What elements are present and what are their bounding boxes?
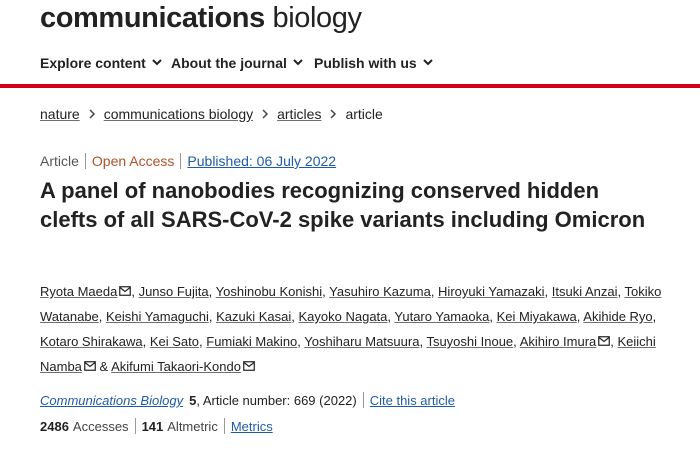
- accesses-count: 2486: [40, 419, 69, 434]
- mail-icon[interactable]: [598, 336, 611, 346]
- mail-icon[interactable]: [84, 361, 96, 371]
- author-link[interactable]: Ryota Maeda: [40, 284, 117, 299]
- chevron-down-icon: [422, 59, 433, 66]
- author-link[interactable]: Kayoko Nagata: [299, 309, 388, 324]
- author-link[interactable]: Yutaro Yamaoka: [394, 309, 489, 324]
- article-title: A panel of nanobodies recognizing conser…: [40, 178, 646, 232]
- breadcrumb-current: article: [345, 106, 383, 122]
- article-metrics: 2486 Accesses 141 Altmetric Metrics: [40, 418, 273, 434]
- nav-publish-with-us[interactable]: Publish with us: [314, 55, 433, 71]
- author-link[interactable]: Junso Fujita: [139, 284, 209, 299]
- published-date-link[interactable]: Published: 06 July 2022: [187, 153, 336, 169]
- altmetric-label: Altmetric: [167, 419, 218, 434]
- breadcrumb-articles[interactable]: articles: [277, 106, 321, 122]
- chevron-right-icon: [89, 109, 95, 119]
- accesses-label: Accesses: [72, 419, 129, 434]
- divider: [362, 392, 364, 408]
- journal-logo[interactable]: communications biology: [40, 2, 362, 36]
- divider: [134, 418, 136, 434]
- article-meta: Article Open Access Published: 06 July 202…: [40, 153, 336, 169]
- author-link[interactable]: Yoshiharu Matsuura: [304, 334, 419, 349]
- chevron-right-icon: [330, 109, 337, 119]
- author-link[interactable]: Yasuhiro Kazuma: [329, 284, 431, 299]
- author-link[interactable]: Hiroyuki Yamazaki: [438, 284, 544, 299]
- breadcrumb-communications-biology[interactable]: communications biology: [104, 106, 253, 122]
- author-link[interactable]: Kazuki Kasai: [216, 309, 291, 324]
- open-access-label: Open Access: [91, 153, 175, 169]
- divider: [180, 153, 182, 169]
- author-link[interactable]: Akihide Ryo: [583, 309, 652, 324]
- author-link[interactable]: Fumiaki Makino: [206, 334, 297, 349]
- nav-label: Publish with us: [314, 55, 417, 71]
- mail-icon[interactable]: [243, 361, 255, 371]
- author-link[interactable]: Akihiro Imura: [520, 334, 597, 349]
- nav-label: Explore content: [40, 55, 146, 71]
- article-number: , Article number: 669 (2022): [196, 393, 357, 408]
- nav-about-journal[interactable]: About the journal: [171, 55, 303, 71]
- divider: [84, 153, 86, 169]
- article-type: Article: [40, 153, 79, 169]
- main-navigation: Explore content About the journal Publis…: [0, 44, 700, 88]
- nav-explore-content[interactable]: Explore content: [40, 55, 162, 71]
- chevron-down-icon: [293, 59, 303, 66]
- logo-light-text: biology: [272, 2, 363, 34]
- citation-line: Communications Biology 5, Article number:…: [40, 392, 455, 408]
- divider: [223, 418, 225, 434]
- cite-this-article-link[interactable]: Cite this article: [370, 393, 455, 408]
- altmetric-count: 141: [141, 419, 164, 434]
- breadcrumb-nature[interactable]: nature: [40, 106, 80, 122]
- author-link[interactable]: Kei Sato: [150, 334, 199, 349]
- author-link[interactable]: Itsuki Anzai: [552, 284, 618, 299]
- logo-bold-text: communications: [40, 2, 265, 34]
- chevron-down-icon: [152, 59, 162, 66]
- author-link[interactable]: Yoshinobu Konishi: [216, 284, 323, 299]
- metrics-link[interactable]: Metrics: [231, 419, 273, 434]
- journal-link[interactable]: Communications Biology: [40, 393, 183, 408]
- author-link[interactable]: Keishi Yamaguchi: [106, 309, 209, 324]
- breadcrumb: nature communications biology articles arti…: [40, 106, 383, 122]
- author-link[interactable]: Akifumi Takaori-Kondo: [111, 359, 241, 374]
- nav-label: About the journal: [171, 55, 287, 71]
- author-list: Ryota Maeda, Junso Fujita, Yoshinobu Kon…: [40, 284, 662, 374]
- mail-icon[interactable]: [119, 286, 132, 296]
- author-link[interactable]: Tsuyoshi Inoue: [426, 334, 513, 349]
- author-link[interactable]: Kei Miyakawa: [497, 309, 577, 324]
- author-link[interactable]: Kotaro Shirakawa: [40, 334, 143, 349]
- chevron-right-icon: [262, 109, 269, 119]
